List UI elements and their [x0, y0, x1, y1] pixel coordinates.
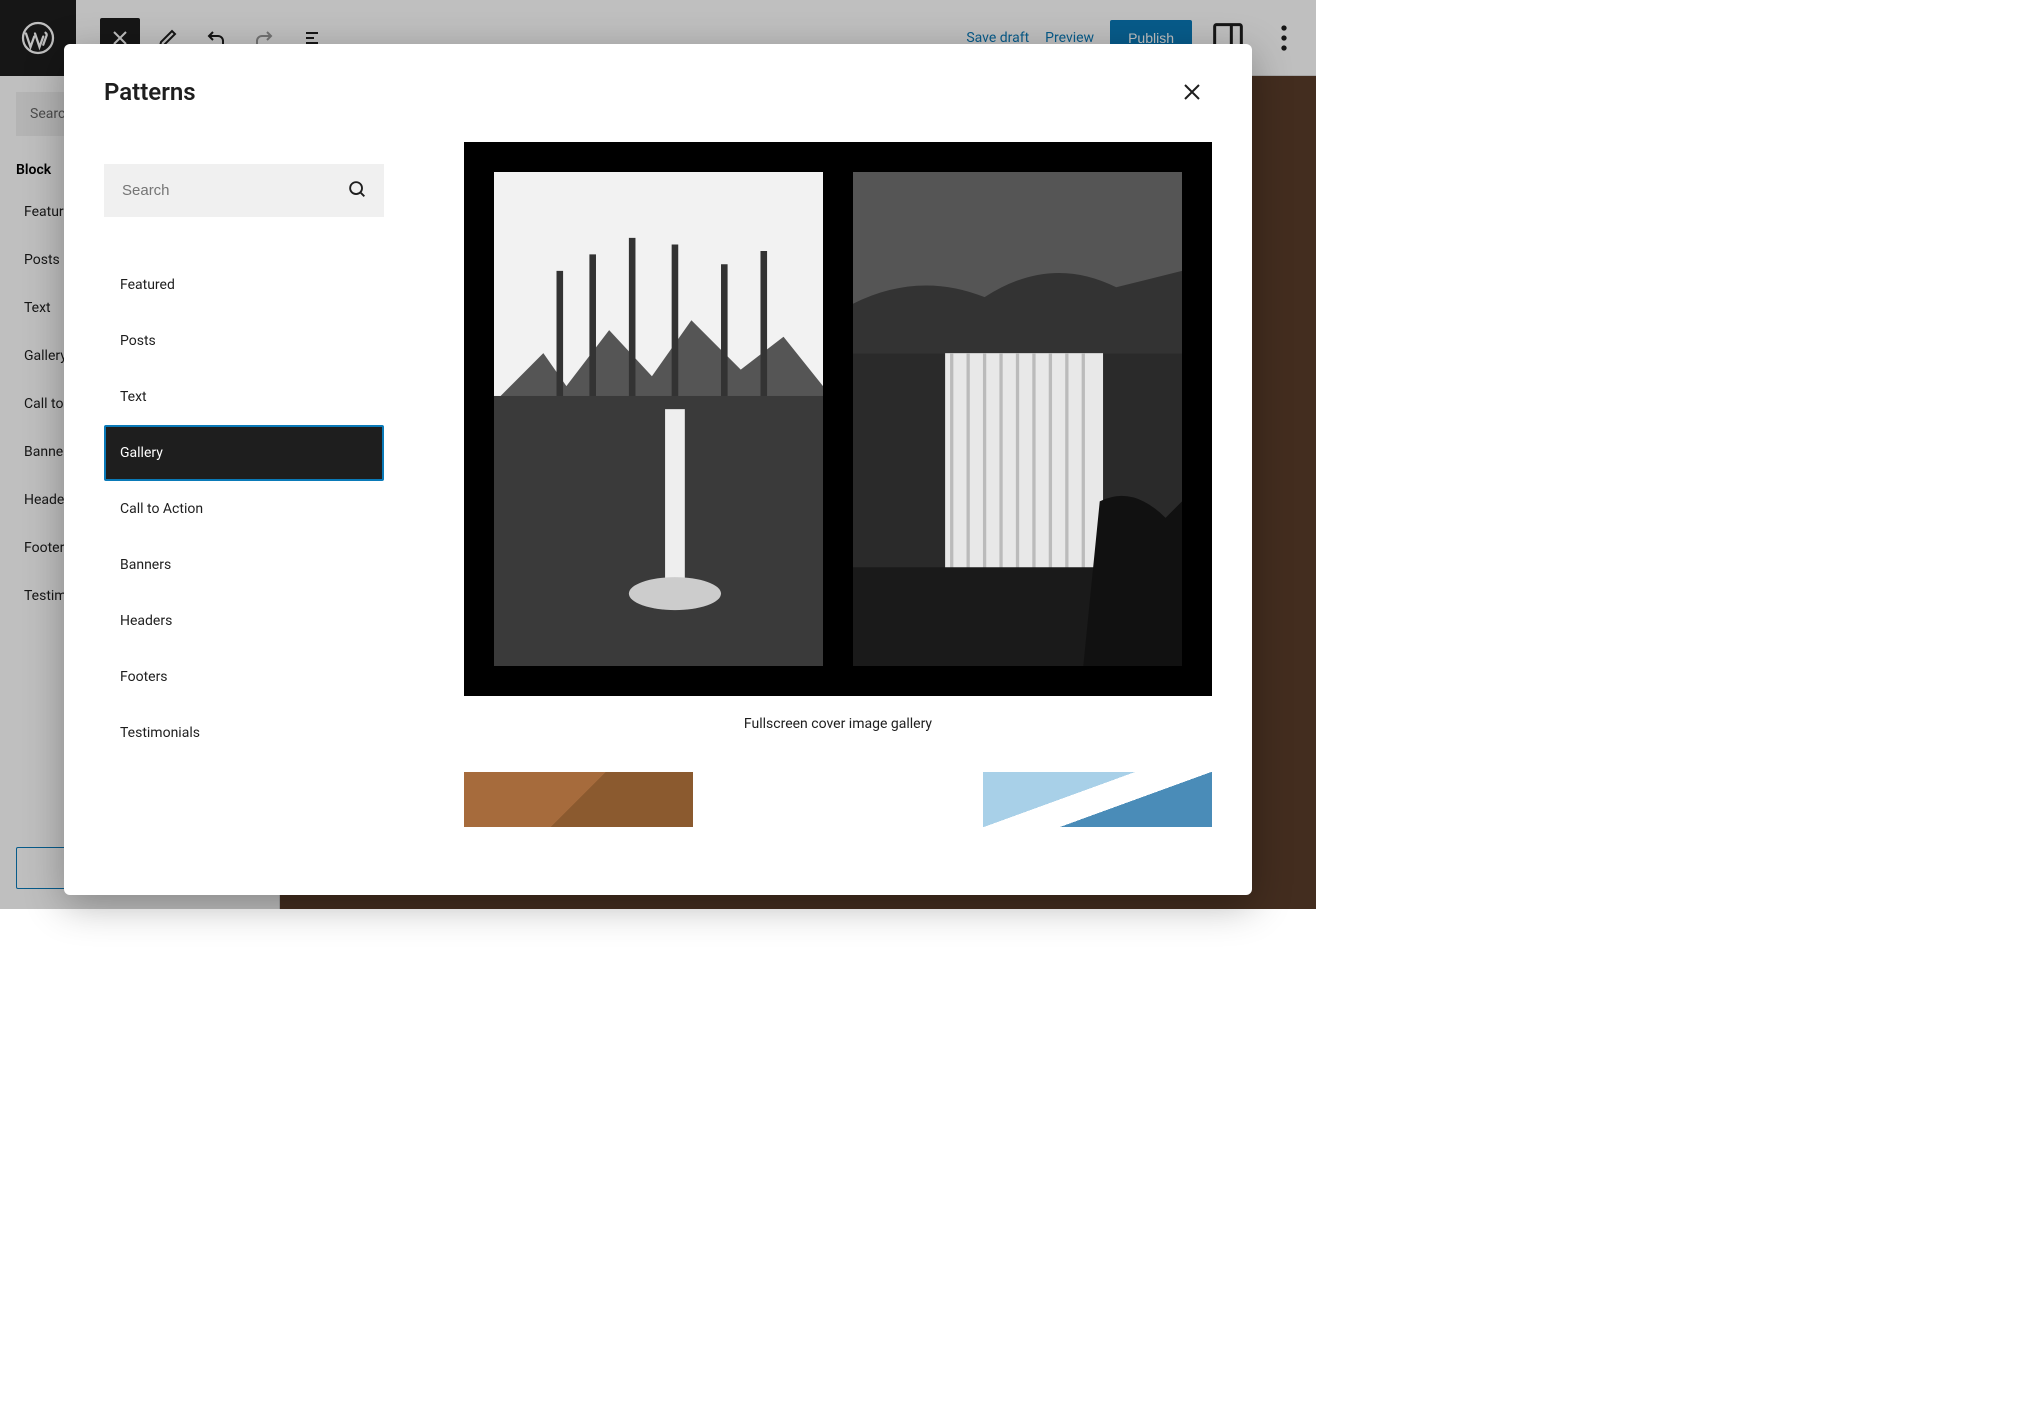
pattern-preview-area: Fullscreen cover image gallery [384, 124, 1212, 871]
close-modal-button[interactable] [1172, 72, 1212, 112]
category-item-gallery[interactable]: Gallery [104, 425, 384, 481]
pattern-thumb[interactable] [983, 772, 1212, 827]
patterns-modal: Patterns FeaturedPostsTextGalleryCall to… [64, 44, 1252, 895]
pattern-search-input[interactable] [104, 164, 384, 217]
preview-image-right [853, 172, 1182, 666]
category-item-headers[interactable]: Headers [104, 593, 384, 649]
modal-search [104, 164, 384, 217]
category-list: FeaturedPostsTextGalleryCall to ActionBa… [104, 257, 384, 761]
pattern-thumb[interactable] [723, 772, 952, 827]
pattern-row [464, 772, 1212, 827]
modal-header: Patterns [64, 44, 1252, 124]
pattern-caption: Fullscreen cover image gallery [464, 696, 1212, 772]
search-icon [346, 178, 368, 204]
modal-body: FeaturedPostsTextGalleryCall to ActionBa… [64, 124, 1252, 895]
modal-sidebar: FeaturedPostsTextGalleryCall to ActionBa… [104, 124, 384, 871]
category-item-footers[interactable]: Footers [104, 649, 384, 705]
category-item-call-to-action[interactable]: Call to Action [104, 481, 384, 537]
pattern-preview[interactable] [464, 142, 1212, 696]
modal-title: Patterns [104, 78, 196, 106]
category-item-posts[interactable]: Posts [104, 313, 384, 369]
category-item-featured[interactable]: Featured [104, 257, 384, 313]
category-item-text[interactable]: Text [104, 369, 384, 425]
category-item-banners[interactable]: Banners [104, 537, 384, 593]
preview-image-left [494, 172, 823, 666]
pattern-thumb[interactable] [464, 772, 693, 827]
category-item-testimonials[interactable]: Testimonials [104, 705, 384, 761]
